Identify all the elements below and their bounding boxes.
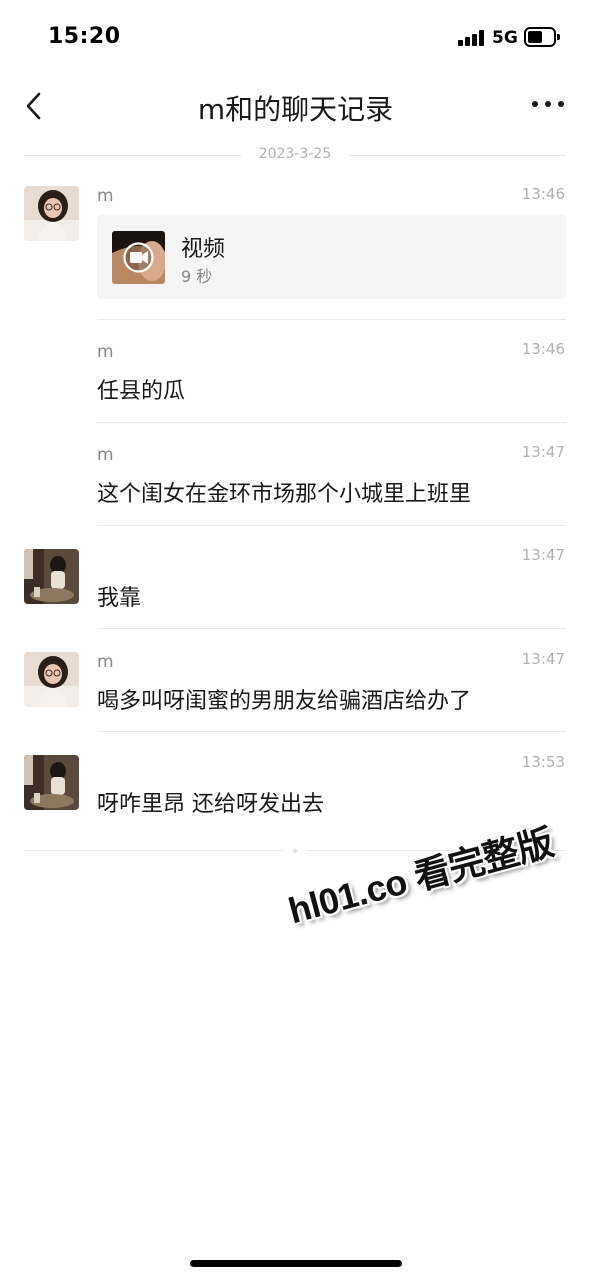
message-row: 13:53 呀咋里昂 还给呀发出去 — [0, 0, 591, 840]
home-indicator[interactable] — [190, 1260, 402, 1267]
seated-person-avatar[interactable] — [24, 755, 79, 810]
message-time: 13:53 — [521, 753, 565, 771]
message-text[interactable]: 呀咋里昂 还给呀发出去 — [97, 786, 324, 818]
